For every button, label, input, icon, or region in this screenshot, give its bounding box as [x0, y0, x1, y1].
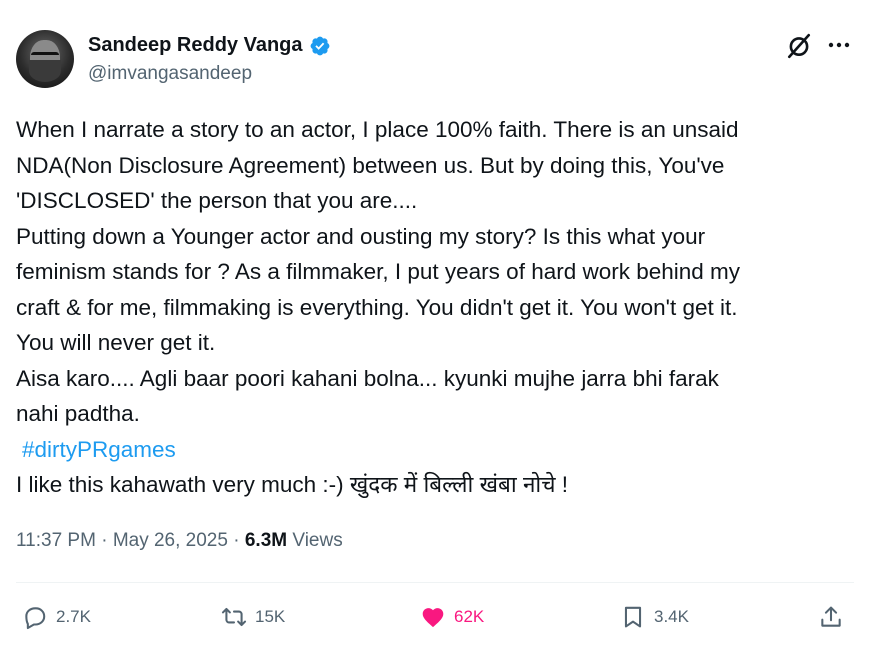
tweet-line: NDA(Non Disclosure Agreement) between us…	[16, 152, 725, 178]
tweet-line: nahi padtha.	[16, 401, 140, 426]
hashtag-link[interactable]: #dirtyPRgames	[16, 432, 856, 468]
tweet-date[interactable]: May 26, 2025	[113, 530, 228, 551]
action-bar: 2.7K 15K 62K 3.4K	[0, 598, 870, 638]
like-button[interactable]: 62K	[420, 604, 484, 630]
repost-icon	[221, 607, 247, 627]
like-count: 62K	[454, 607, 485, 626]
reply-icon	[25, 607, 46, 630]
bookmark-count: 3.4K	[654, 607, 689, 626]
author-name-row: Sandeep Reddy Vanga	[88, 34, 331, 57]
tweet-line: craft & for me, filmmaking is everything…	[16, 294, 738, 320]
views-label: Views	[287, 530, 343, 551]
meta-separator: ·	[227, 530, 245, 551]
author-handle[interactable]: @imvangasandeep	[88, 63, 252, 85]
avatar-glasses	[31, 52, 59, 63]
more-icon[interactable]	[826, 38, 852, 52]
tweet-line: 'DISCLOSED' the person that you are....	[16, 188, 418, 213]
divider	[16, 582, 854, 583]
tweet-meta: 11:37 PM · May 26, 2025 · 6.3M Views	[16, 530, 343, 552]
grok-icon[interactable]	[786, 33, 812, 59]
tweet: Sandeep Reddy Vanga @imvangasandeep When…	[0, 0, 870, 647]
share-button[interactable]	[818, 604, 844, 630]
meta-separator: ·	[95, 530, 113, 551]
tweet-line: When I narrate a story to an actor, I pl…	[16, 117, 739, 142]
avatar-beard	[29, 60, 61, 82]
share-icon	[821, 606, 841, 627]
author-display-name[interactable]: Sandeep Reddy Vanga	[88, 34, 303, 57]
bookmark-icon	[624, 606, 642, 628]
tweet-text: When I narrate a story to an actor, I pl…	[16, 112, 856, 503]
reply-button[interactable]: 2.7K	[22, 604, 91, 630]
views-count: 6.3M	[244, 530, 288, 551]
like-icon	[422, 608, 444, 628]
avatar[interactable]	[16, 30, 74, 88]
bookmark-button[interactable]: 3.4K	[620, 604, 689, 630]
tweet-line: Aisa karo.... Agli baar poori kahani bol…	[16, 365, 719, 391]
repost-button[interactable]: 15K	[221, 604, 285, 630]
tweet-line: I like this kahawath very much :-) खुंदक…	[16, 472, 569, 497]
repost-count: 15K	[255, 607, 286, 626]
tweet-line: Putting down a Younger actor and ousting…	[16, 223, 706, 249]
tweet-line: feminism stands for ? As a filmmaker, I …	[16, 259, 741, 284]
reply-count: 2.7K	[56, 607, 91, 626]
tweet-time[interactable]: 11:37 PM	[16, 530, 96, 551]
tweet-line: You will never get it.	[16, 330, 216, 355]
verified-badge-icon[interactable]	[309, 35, 331, 57]
